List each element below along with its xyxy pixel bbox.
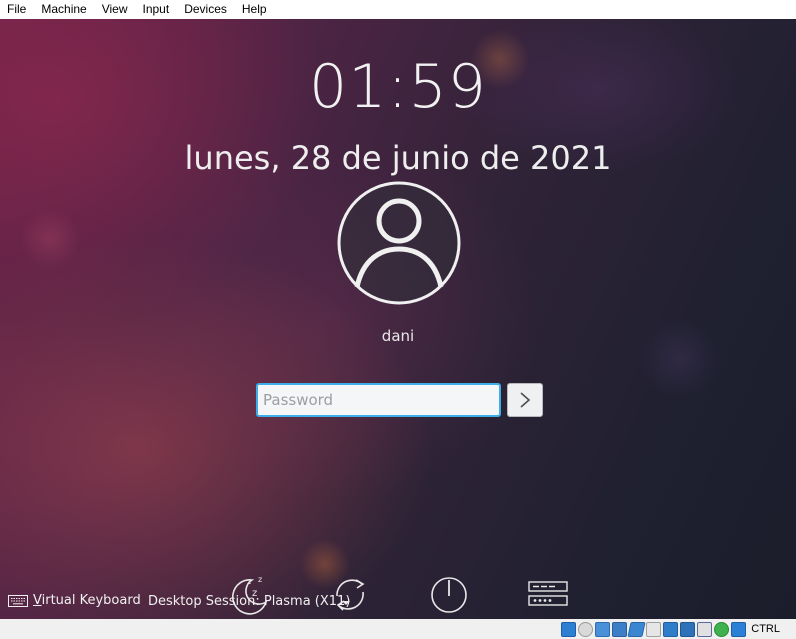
virtual-keyboard-label: Virtual Keyboard	[33, 593, 141, 608]
hard-disk-icon[interactable]	[561, 621, 577, 637]
login-button[interactable]	[507, 383, 543, 417]
shared-folder-icon[interactable]	[646, 621, 662, 637]
menu-devices[interactable]: Devices	[177, 0, 235, 19]
cpu-icon[interactable]	[697, 621, 713, 637]
svg-text:z: z	[258, 575, 262, 584]
switch-user-icon	[528, 581, 568, 606]
password-input[interactable]	[256, 383, 501, 417]
switch-user-button[interactable]	[526, 572, 570, 616]
lock-clock: 01:59	[309, 52, 487, 122]
desktop-session-selector[interactable]: Desktop Session: Plasma (X11)	[148, 594, 350, 609]
audio-icon[interactable]	[595, 621, 611, 637]
menu-input[interactable]: Input	[136, 0, 178, 19]
shutdown-button[interactable]	[427, 572, 471, 616]
video-capture-icon[interactable]	[680, 621, 696, 637]
host-key-label: CTRL	[751, 623, 780, 635]
optical-drive-icon[interactable]	[578, 621, 594, 637]
virtual-keyboard-button[interactable]: Virtual Keyboard	[8, 593, 141, 608]
network-icon[interactable]	[612, 621, 628, 637]
vm-statusbar: CTRL	[0, 619, 796, 639]
power-icon	[431, 577, 467, 613]
username-label: dani	[381, 327, 415, 345]
lock-screen: 01:59 lunes, 28 de junio de 2021 dani z …	[0, 19, 796, 619]
menu-view[interactable]: View	[95, 0, 136, 19]
background-bokeh	[20, 209, 80, 269]
display-icon[interactable]	[663, 621, 679, 637]
user-avatar-icon[interactable]	[337, 181, 461, 305]
svg-text:z: z	[247, 577, 251, 586]
lock-date: lunes, 28 de junio de 2021	[184, 139, 612, 177]
chevron-right-icon	[520, 392, 531, 408]
menu-machine[interactable]: Machine	[34, 0, 94, 19]
keyboard-icon	[8, 594, 28, 607]
menu-file[interactable]: File	[0, 0, 34, 19]
usb-icon[interactable]	[627, 621, 646, 637]
vm-menubar: File Machine View Input Devices Help	[0, 0, 796, 19]
guest-additions-icon[interactable]	[714, 621, 730, 637]
mouse-integration-icon[interactable]	[731, 621, 747, 637]
menu-help[interactable]: Help	[235, 0, 275, 19]
